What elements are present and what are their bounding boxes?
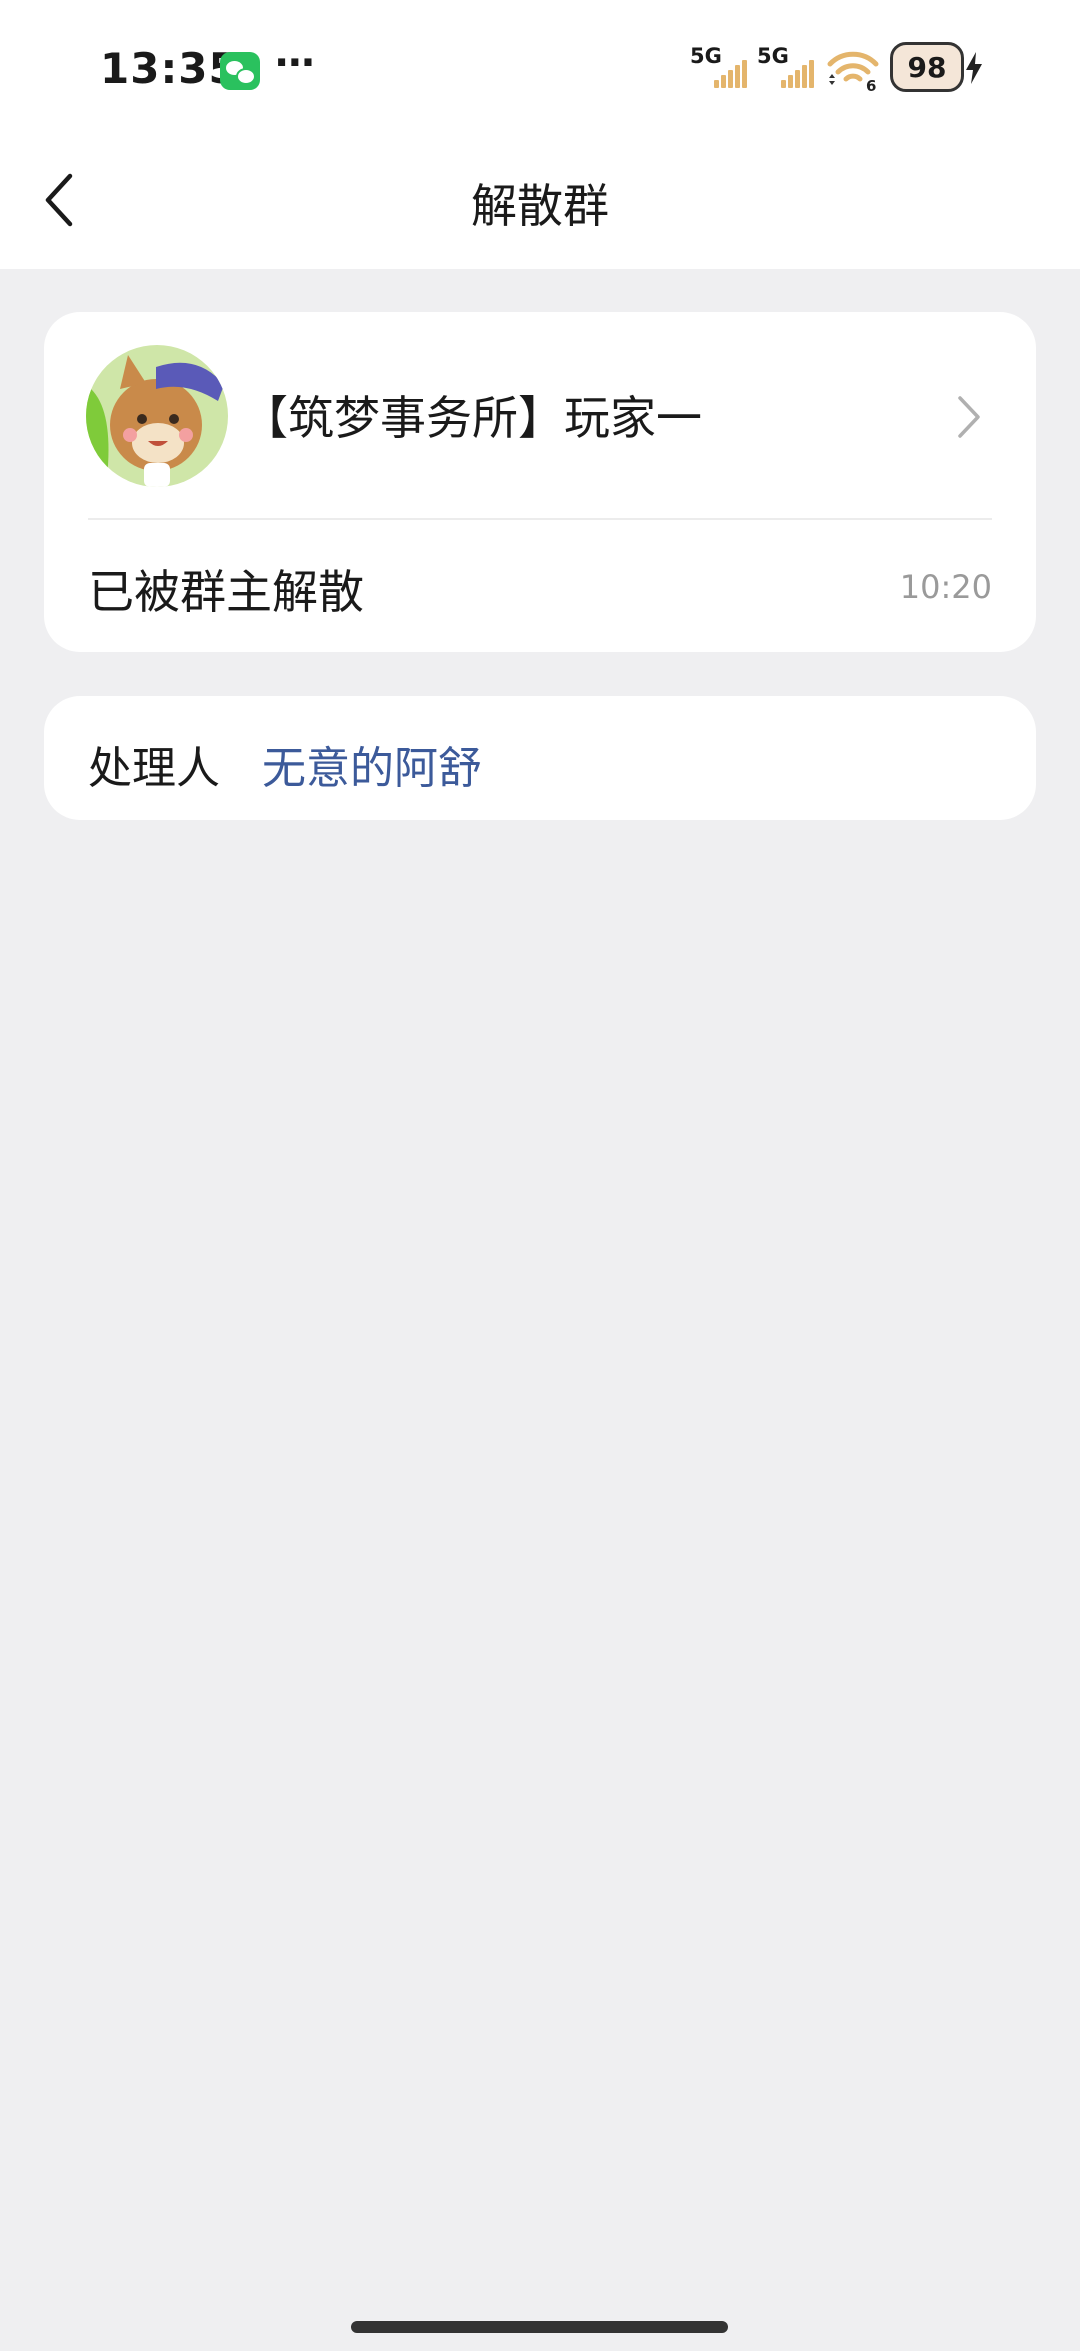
handler-card: 处理人 无意的阿舒	[44, 696, 1036, 820]
message-time: 10:20	[899, 568, 992, 606]
home-indicator[interactable]	[351, 2321, 728, 2333]
battery-icon: 98	[890, 42, 964, 92]
wifi-icon: 6	[827, 51, 879, 92]
more-notifications-indicator: ···	[274, 40, 316, 86]
page-title: 解散群	[471, 179, 609, 233]
handler-label: 处理人	[88, 743, 220, 794]
group-card: 【筑梦事务所】玩家一 已被群主解散 10:20	[44, 312, 1036, 652]
wechat-icon	[220, 52, 260, 90]
signal-icon: 5G	[690, 44, 750, 92]
charging-icon	[966, 52, 982, 84]
status-bar: 13:35 ··· 5G 5G 6 98	[0, 0, 1080, 130]
dissolved-message: 已被群主解散	[88, 565, 364, 619]
battery-level: 98	[907, 51, 947, 84]
group-name[interactable]: 【筑梦事务所】玩家一	[242, 382, 702, 448]
status-time: 13:35	[100, 44, 239, 93]
wifi-badge: 6	[866, 77, 876, 92]
chevron-right-icon[interactable]	[954, 392, 984, 442]
handler-name-link[interactable]: 无意的阿舒	[262, 732, 482, 796]
signal-icon: 5G	[757, 44, 817, 92]
divider	[88, 518, 992, 520]
group-avatar[interactable]	[86, 345, 228, 487]
nav-bar: 解散群	[0, 130, 1080, 269]
